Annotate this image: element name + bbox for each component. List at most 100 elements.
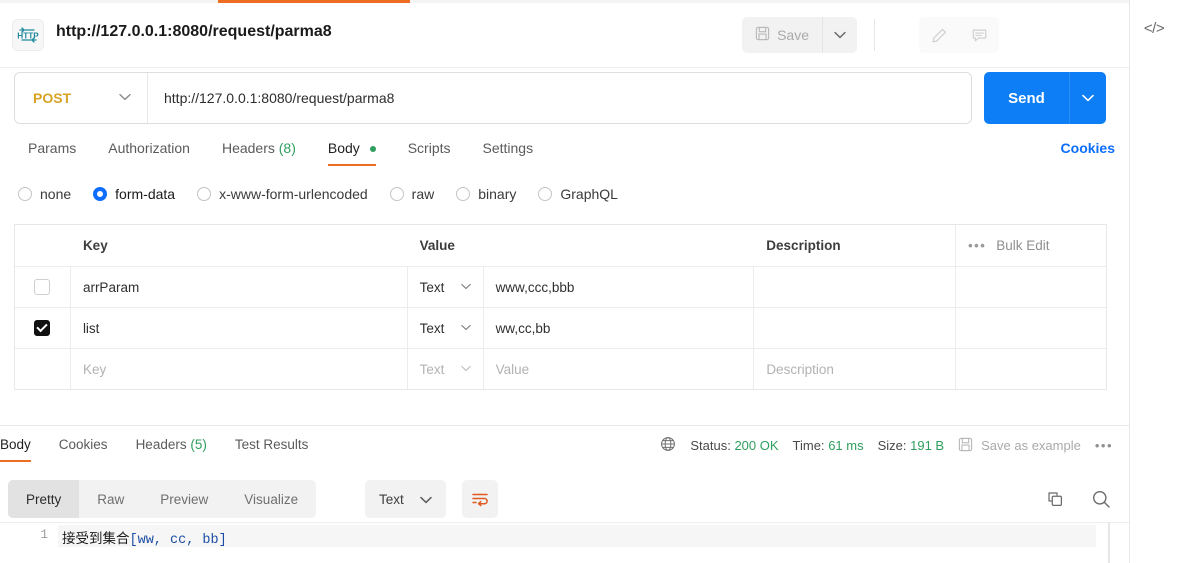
response-view-segmented-control: Pretty Raw Preview Visualize [8, 480, 317, 518]
row-checkbox-cell [15, 267, 71, 307]
table-row: list Text ww,cc,bb [15, 307, 1106, 348]
postman-request-window: HTTP http://127.0.0.1:8080/request/parma… [0, 0, 1177, 563]
chevron-down-icon [460, 282, 471, 293]
response-body-editor: 1 接受到集合[ww, cc, bb] [0, 522, 1129, 563]
cookies-link[interactable]: Cookies [1061, 140, 1115, 156]
table-row-empty: Key Text Value Description [15, 348, 1106, 389]
response-status-bar: Status: 200 OK Time: 61 ms Size: 191 B S… [660, 436, 1113, 455]
new-row-value-input[interactable]: Value [484, 349, 755, 389]
tab-label: Scripts [407, 140, 451, 156]
unsaved-dot-icon [369, 146, 376, 153]
new-row-description-input[interactable]: Description [754, 349, 957, 389]
status-group: Status: 200 OK [690, 438, 778, 453]
code-snippet-icon[interactable]: </> [1130, 20, 1177, 37]
response-tab-body[interactable]: Body [0, 434, 45, 463]
response-tab-headers[interactable]: Headers (5) [122, 434, 221, 463]
row-type-selector[interactable]: Text [408, 267, 484, 307]
radio-icon [389, 187, 404, 201]
body-type-binary[interactable]: binary [456, 186, 516, 202]
response-tab-cookies[interactable]: Cookies [45, 434, 122, 463]
row-type-label: Text [419, 320, 445, 336]
main-content-column: HTTP http://127.0.0.1:8080/request/parma… [0, 0, 1129, 563]
time-label: Time: [792, 438, 825, 453]
http-method-selector[interactable]: POST [15, 73, 148, 123]
response-tab-test-results[interactable]: Test Results [221, 434, 323, 463]
radio-label: raw [411, 186, 435, 202]
new-row-type-selector[interactable]: Text [408, 349, 484, 389]
tab-params[interactable]: Params [12, 136, 92, 168]
header-key: Key [82, 238, 108, 253]
pencil-icon[interactable] [919, 17, 959, 53]
tab-body[interactable]: Body [312, 136, 392, 168]
tab-settings[interactable]: Settings [467, 136, 550, 168]
view-raw-button[interactable]: Raw [79, 480, 142, 518]
row-key-input[interactable]: arrParam [71, 267, 408, 307]
tab-scripts[interactable]: Scripts [392, 136, 467, 168]
save-button-group: Save [742, 17, 857, 53]
response-body-text-cn: 接受到集合 [62, 533, 130, 548]
size-group: Size: 191 B [878, 438, 945, 453]
new-row-actions-cell [956, 349, 1106, 389]
save-as-example-button[interactable]: Save as example [958, 437, 1081, 455]
size-value: 191 B [910, 438, 945, 453]
send-dropdown-caret[interactable] [1070, 72, 1106, 124]
url-field-container: POST http://127.0.0.1:8080/request/parma… [14, 72, 972, 124]
comment-icon[interactable] [959, 17, 999, 53]
form-data-table: Key Value Description ••• Bulk Edit arrP… [14, 224, 1107, 390]
pane-splitter[interactable] [0, 425, 1129, 426]
tab-count: (8) [278, 140, 296, 156]
row-checkbox[interactable] [34, 279, 51, 295]
new-row-key-input[interactable]: Key [71, 349, 408, 389]
right-sidebar-rail: </> [1129, 0, 1177, 563]
row-description-input[interactable] [754, 308, 957, 348]
response-body-line[interactable]: 接受到集合[ww, cc, bb] [62, 527, 227, 548]
row-checkbox[interactable] [34, 320, 51, 336]
status-label: Status: [690, 438, 731, 453]
view-visualize-button[interactable]: Visualize [226, 480, 316, 518]
row-description-input[interactable] [754, 267, 957, 307]
tab-label: Cookies [58, 437, 108, 452]
radio-icon [538, 187, 553, 201]
row-key-input[interactable]: list [71, 308, 408, 348]
radio-icon [456, 187, 471, 201]
body-type-form-data[interactable]: form-data [93, 186, 175, 202]
send-button[interactable]: Send [984, 72, 1070, 124]
line-number-gutter: 1 [40, 528, 48, 542]
chevron-down-icon [119, 92, 131, 104]
tab-headers[interactable]: Headers (8) [206, 136, 312, 168]
response-body-scroll-corner [1109, 523, 1129, 563]
svg-text:HTTP: HTTP [17, 32, 39, 41]
chevron-down-icon [420, 492, 432, 507]
view-pretty-button[interactable]: Pretty [8, 480, 80, 518]
body-type-raw[interactable]: raw [389, 186, 435, 202]
save-dropdown-caret[interactable] [823, 17, 857, 53]
row-type-selector[interactable]: Text [408, 308, 484, 348]
copy-icon[interactable] [1046, 490, 1065, 509]
tab-label: Settings [482, 140, 534, 156]
row-value-input[interactable]: www,ccc,bbb [484, 267, 755, 307]
header-value: Value [419, 238, 455, 253]
send-button-group: Send [984, 72, 1106, 124]
row-value-input[interactable]: ww,cc,bb [484, 308, 755, 348]
save-as-example-label: Save as example [981, 438, 1081, 453]
body-type-none[interactable]: none [18, 186, 71, 202]
request-title[interactable]: http://127.0.0.1:8080/request/parma8 [56, 23, 332, 41]
word-wrap-icon[interactable] [462, 480, 498, 518]
more-options-icon[interactable]: ••• [968, 238, 986, 253]
url-input[interactable]: http://127.0.0.1:8080/request/parma8 [148, 90, 394, 106]
body-type-graphql[interactable]: GraphQL [538, 186, 618, 202]
save-label: Save [777, 27, 809, 43]
save-button[interactable]: Save [742, 17, 823, 53]
bulk-edit-button[interactable]: Bulk Edit [996, 238, 1049, 253]
row-type-label: Text [419, 361, 445, 377]
save-disk-icon [958, 437, 973, 455]
response-format-selector[interactable]: Text [365, 480, 446, 518]
http-protocol-icon: HTTP [12, 19, 44, 51]
response-more-options-icon[interactable]: ••• [1095, 438, 1113, 453]
body-type-x-www-form-urlencoded[interactable]: x-www-form-urlencoded [197, 186, 368, 202]
tab-authorization[interactable]: Authorization [92, 136, 206, 168]
view-preview-button[interactable]: Preview [142, 480, 226, 518]
search-icon[interactable] [1091, 489, 1111, 509]
request-tab-bar: Params Authorization Headers (8) Body Sc… [0, 136, 1129, 170]
table-header-row: Key Value Description ••• Bulk Edit [15, 225, 1106, 266]
